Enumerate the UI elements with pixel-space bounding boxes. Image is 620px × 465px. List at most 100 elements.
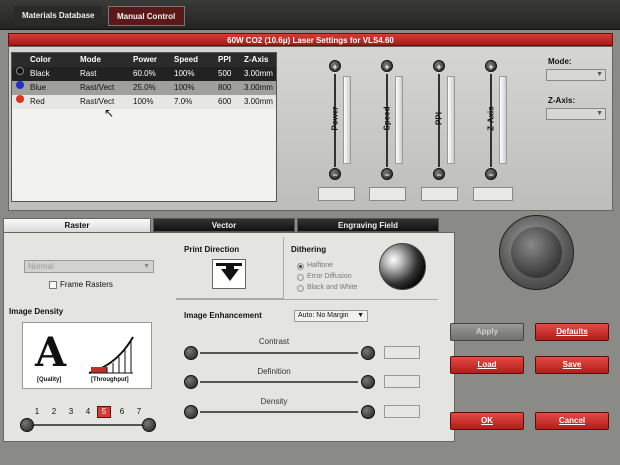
print-direction-button[interactable] (212, 259, 246, 289)
save-button[interactable]: Save (535, 356, 609, 374)
minus-icon[interactable]: − (433, 168, 445, 180)
definition-increase-knob[interactable] (361, 375, 375, 389)
color-dot-icon (16, 67, 24, 75)
row-z-axis: 3.00mm (244, 83, 273, 92)
row-speed: 7.0% (174, 97, 193, 106)
density-enh-slider-track[interactable] (200, 411, 358, 413)
density-level-5[interactable]: 5 (97, 406, 111, 418)
minus-icon[interactable]: − (329, 168, 341, 180)
load-button[interactable]: Load (450, 356, 524, 374)
plus-icon[interactable]: + (433, 60, 445, 72)
z-axis-slider[interactable]: + Z-Axis − (482, 60, 522, 180)
speed-label: Speed (382, 106, 392, 131)
power-value-field[interactable] (318, 187, 355, 201)
mode-select[interactable]: ▼ (546, 69, 606, 81)
density-level-2[interactable]: 2 (48, 407, 60, 416)
settings-title: 60W CO2 (10.6μ) Laser Settings for VLS4.… (8, 33, 613, 46)
raster-mode-value: Normal (28, 262, 54, 271)
chevron-down-icon: ▼ (596, 71, 603, 78)
slider-channel (499, 76, 507, 164)
z-axis-select[interactable]: ▼ (546, 108, 606, 120)
mode-label: Mode: (548, 57, 572, 66)
chevron-down-icon: ▼ (596, 110, 603, 117)
slider-channel (395, 76, 403, 164)
tab-materials-database[interactable]: Materials Database (14, 6, 103, 26)
row-z-axis: 3.00mm (244, 69, 273, 78)
minus-icon[interactable]: − (381, 168, 393, 180)
table-row[interactable]: Black Rast 60.0% 100% 500 3.00mm (12, 67, 276, 81)
tab-vector[interactable]: Vector (153, 218, 295, 232)
table-header: Color Mode Power Speed PPI Z-Axis (12, 53, 276, 67)
tab-manual-control[interactable]: Manual Control (108, 6, 185, 26)
row-color: Red (30, 97, 45, 106)
margin-select-value: Auto: No Margin (298, 312, 349, 319)
density-level-7[interactable]: 7 (133, 407, 145, 416)
mouse-cursor-icon: ↖ (104, 106, 115, 120)
quality-label: [Quality] (37, 377, 62, 383)
table-row[interactable]: Blue Rast/Vect 25.0% 100% 800 3.00mm (12, 81, 276, 95)
frame-rasters-checkbox[interactable] (49, 281, 57, 289)
frame-rasters-label: Frame Rasters (60, 280, 113, 289)
ppi-value-field[interactable] (421, 187, 458, 201)
defaults-button[interactable]: Defaults (535, 323, 609, 341)
plus-icon[interactable]: + (381, 60, 393, 72)
density-level-6[interactable]: 6 (116, 407, 128, 416)
joystick-knob[interactable] (511, 227, 562, 278)
speed-value-field[interactable] (369, 187, 406, 201)
definition-slider-track[interactable] (200, 381, 358, 383)
black-and-white-radio[interactable] (297, 285, 304, 292)
contrast-value-field[interactable] (384, 346, 420, 359)
z-axis-slider-label: Z-Axis (486, 106, 496, 131)
contrast-slider-track[interactable] (200, 352, 358, 354)
header-mode: Mode (80, 55, 101, 64)
power-slider[interactable]: + Power − (326, 60, 366, 180)
plus-icon[interactable]: + (485, 60, 497, 72)
density-slider-track[interactable] (30, 424, 148, 426)
apply-button[interactable]: Apply (450, 323, 524, 341)
error-diffusion-radio[interactable] (297, 274, 304, 281)
z-axis-value-field[interactable] (473, 187, 513, 201)
plus-icon[interactable]: + (329, 60, 341, 72)
dithering-preview-sphere (379, 243, 426, 290)
tab-engraving-field[interactable]: Engraving Field (297, 218, 439, 232)
margin-select[interactable]: Auto: No Margin ▼ (294, 310, 368, 322)
definition-value-field[interactable] (384, 375, 420, 388)
minus-icon[interactable]: − (485, 168, 497, 180)
row-ppi: 800 (218, 83, 232, 92)
color-settings-table: Color Mode Power Speed PPI Z-Axis Black … (11, 52, 277, 202)
halftone-radio[interactable] (297, 263, 304, 270)
ok-button[interactable]: OK (450, 412, 524, 430)
row-z-axis: 3.00mm (244, 97, 273, 106)
tab-raster[interactable]: Raster (3, 218, 151, 232)
contrast-decrease-knob[interactable] (184, 346, 198, 360)
throughput-label: [Throughput] (91, 377, 129, 383)
density-level-3[interactable]: 3 (65, 407, 77, 416)
power-label: Power (330, 106, 340, 131)
row-mode: Rast/Vect (80, 83, 115, 92)
table-row[interactable]: Red Rast/Vect 100% 7.0% 600 3.00mm (12, 95, 276, 109)
raster-mode-select[interactable]: Normal ▼ (24, 260, 154, 273)
density-label: Density (260, 397, 288, 406)
density-level-4[interactable]: 4 (82, 407, 94, 416)
definition-decrease-knob[interactable] (184, 375, 198, 389)
density-enh-increase-knob[interactable] (361, 405, 375, 419)
density-level-1[interactable]: 1 (31, 407, 43, 416)
density-enh-decrease-knob[interactable] (184, 405, 198, 419)
quality-icon: A (35, 329, 67, 376)
density-increase-knob[interactable] (142, 418, 156, 432)
density-enh-value-field[interactable] (384, 405, 420, 418)
row-speed: 100% (174, 69, 195, 78)
density-decrease-knob[interactable] (20, 418, 34, 432)
black-and-white-label: Black and White (307, 284, 358, 291)
cancel-button[interactable]: Cancel (535, 412, 609, 430)
slider-channel (447, 76, 455, 164)
ppi-slider[interactable]: + PPI − (430, 60, 470, 180)
contrast-increase-knob[interactable] (361, 346, 375, 360)
slider-channel (343, 76, 351, 164)
contrast-label: Contrast (258, 337, 290, 346)
chevron-down-icon: ▼ (143, 263, 150, 270)
speed-slider[interactable]: + Speed − (378, 60, 418, 180)
header-z-axis: Z-Axis (244, 55, 269, 64)
row-color: Black (30, 69, 50, 78)
image-density-label: Image Density (9, 307, 64, 316)
